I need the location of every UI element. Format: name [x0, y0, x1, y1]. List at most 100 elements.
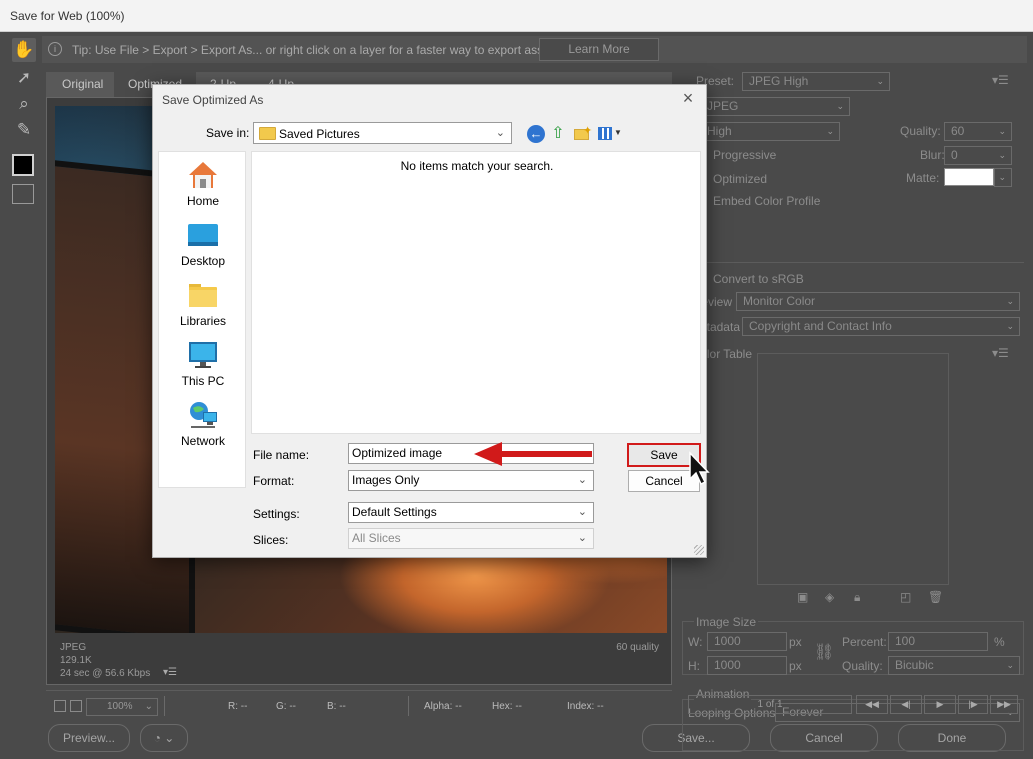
optimization-settings-panel: Preset: JPEG High ⌄ ▾☰ JPEG ⌄ High ⌄ Qualit…	[680, 72, 1027, 751]
matte-label: Matte:	[906, 171, 940, 185]
tip-bar: i Tip: Use File > Export > Export As... …	[42, 36, 1027, 63]
new-folder-icon[interactable]: ✦	[573, 125, 592, 143]
resize-grip-icon[interactable]	[694, 545, 704, 555]
file-list[interactable]: No items match your search.	[251, 151, 701, 434]
chevron-down-icon: ⌄	[144, 701, 153, 712]
compression-quality-select[interactable]: High ⌄	[700, 122, 840, 141]
blur-input[interactable]: 0 ⌄	[944, 146, 1012, 165]
zoom-level-select[interactable]: 100% ⌄	[86, 698, 158, 716]
tip-text: Tip: Use File > Export > Export As... or…	[72, 43, 560, 57]
mouse-cursor-icon	[689, 451, 710, 486]
matte-color-swatch[interactable]	[944, 168, 994, 186]
chevron-down-icon: ⌄	[577, 506, 587, 518]
chevron-down-icon: ⌄	[577, 532, 587, 544]
home-icon	[189, 162, 217, 188]
format-select[interactable]: Images Only ⌄	[348, 470, 594, 491]
save-in-value: Saved Pictures	[279, 127, 360, 141]
new-color-icon[interactable]: ◰	[900, 590, 911, 604]
save-optimized-as-dialog: Save Optimized As × Save in: Saved Pictu…	[152, 84, 707, 558]
width-input[interactable]: 1000	[707, 632, 787, 651]
blur-label: Blur:	[920, 148, 945, 162]
file-format-select[interactable]: JPEG ⌄	[700, 97, 850, 116]
preview-menu-icon[interactable]: ▾☰	[163, 667, 177, 678]
place-this-pc[interactable]: This PC	[159, 336, 247, 392]
save-in-select[interactable]: Saved Pictures ⌄	[253, 122, 512, 144]
eyedropper-tool-icon[interactable]: ✎	[12, 118, 36, 142]
image-size-label: Image Size	[694, 615, 759, 629]
link-icon[interactable]: ⛓︎	[814, 642, 834, 662]
zoom-level-value: 100%	[107, 701, 133, 712]
first-frame-icon[interactable]: ◀◀	[856, 695, 888, 714]
place-label: Home	[186, 194, 219, 208]
zoom-in-button[interactable]	[70, 700, 82, 712]
back-icon[interactable]: ←	[527, 125, 545, 143]
color-table-menu-icon[interactable]: ▾☰	[992, 346, 1009, 360]
learn-more-button[interactable]: Learn More	[539, 38, 659, 61]
lock-color-icon[interactable]: 🔒︎	[854, 590, 860, 605]
progressive-checkbox-label[interactable]: Progressive	[713, 148, 776, 162]
save-in-label: Save in:	[206, 126, 250, 140]
chevron-down-icon: ⌄	[998, 150, 1006, 160]
matte-dropdown[interactable]: ⌄	[994, 168, 1012, 187]
resample-quality-select[interactable]: Bicubic ⌄	[888, 656, 1020, 675]
view-menu-icon[interactable]: ▼	[597, 125, 623, 143]
eyedropper-color-swatch[interactable]	[12, 154, 34, 176]
resample-quality-label: Quality:	[842, 659, 883, 673]
close-icon[interactable]: ×	[678, 89, 698, 109]
this-pc-icon	[189, 342, 217, 368]
previous-frame-icon[interactable]: ◀|	[890, 695, 922, 714]
animation-controls: 1 of 1 ◀◀ ◀| ▶ |▶ ▶▶	[688, 695, 1018, 715]
preview-format: JPEG	[60, 642, 87, 653]
preview-button[interactable]: Preview...	[48, 724, 130, 752]
web-shift-icon[interactable]: ◈	[825, 590, 834, 604]
height-value: 1000	[714, 658, 741, 672]
percent-input[interactable]: 100	[888, 632, 988, 651]
percent-value: 100	[895, 634, 916, 648]
file-format-value: JPEG	[707, 99, 739, 113]
place-libraries[interactable]: Libraries	[159, 276, 247, 332]
metadata-value: Copyright and Contact Info	[749, 319, 892, 333]
map-transparent-icon[interactable]: ▣	[797, 590, 808, 604]
trash-icon[interactable]: 🗑︎	[928, 590, 943, 604]
next-frame-icon[interactable]: |▶	[958, 695, 988, 714]
settings-select[interactable]: Default Settings ⌄	[348, 502, 594, 523]
desktop-icon	[188, 224, 218, 246]
place-network[interactable]: Network	[159, 396, 247, 452]
preview-color-value: Monitor Color	[743, 294, 816, 308]
embed-profile-checkbox-label[interactable]: Embed Color Profile	[713, 194, 820, 208]
height-input[interactable]: 1000	[707, 656, 787, 675]
place-desktop[interactable]: Desktop	[159, 216, 247, 272]
quality-input[interactable]: 60 ⌄	[944, 122, 1012, 141]
preview-color-select[interactable]: Monitor Color ⌄	[736, 292, 1020, 311]
convert-srgb-checkbox-label[interactable]: Convert to sRGB	[713, 272, 804, 286]
settings-value: Default Settings	[352, 505, 437, 519]
chevron-down-icon: ⌄	[836, 101, 844, 111]
up-folder-icon[interactable]: ⇧	[549, 125, 567, 143]
chevron-down-icon: ⌄	[1006, 296, 1014, 306]
play-icon[interactable]: ▶	[924, 695, 956, 714]
optimized-checkbox-label[interactable]: Optimized	[713, 172, 767, 186]
hand-tool-icon[interactable]: ✋	[12, 38, 36, 62]
preset-select[interactable]: JPEG High ⌄	[742, 72, 890, 91]
percent-unit: %	[994, 635, 1005, 649]
tab-original[interactable]: Original	[48, 72, 117, 97]
browser-icon: ◔ ⌄	[153, 731, 175, 745]
color-table-grid[interactable]	[757, 353, 949, 585]
preset-menu-icon[interactable]: ▾☰	[992, 73, 1009, 87]
browser-preview-button[interactable]: ◔ ⌄	[140, 724, 188, 752]
chevron-down-icon: ⌄	[826, 126, 834, 136]
slice-select-tool-icon[interactable]: ➚	[12, 66, 36, 90]
preview-info: JPEG 129.1K 24 sec @ 56.6 Kbps ▾☰ 60 qua…	[55, 638, 667, 682]
alpha-readout: Alpha: --	[424, 701, 462, 712]
quality-label: Quality:	[900, 124, 941, 138]
metadata-select[interactable]: Copyright and Contact Info ⌄	[742, 317, 1020, 336]
dialog-save-label: Save	[650, 448, 678, 462]
zoom-tool-icon[interactable]: ⌕	[12, 92, 36, 116]
last-frame-icon[interactable]: ▶▶	[990, 695, 1018, 714]
zoom-out-button[interactable]	[54, 700, 66, 712]
width-value: 1000	[714, 634, 741, 648]
place-home[interactable]: Home	[159, 156, 247, 212]
chevron-down-icon: ⌄	[998, 126, 1006, 136]
toggle-slices-icon[interactable]	[12, 184, 34, 204]
slices-select[interactable]: All Slices ⌄	[348, 528, 594, 549]
